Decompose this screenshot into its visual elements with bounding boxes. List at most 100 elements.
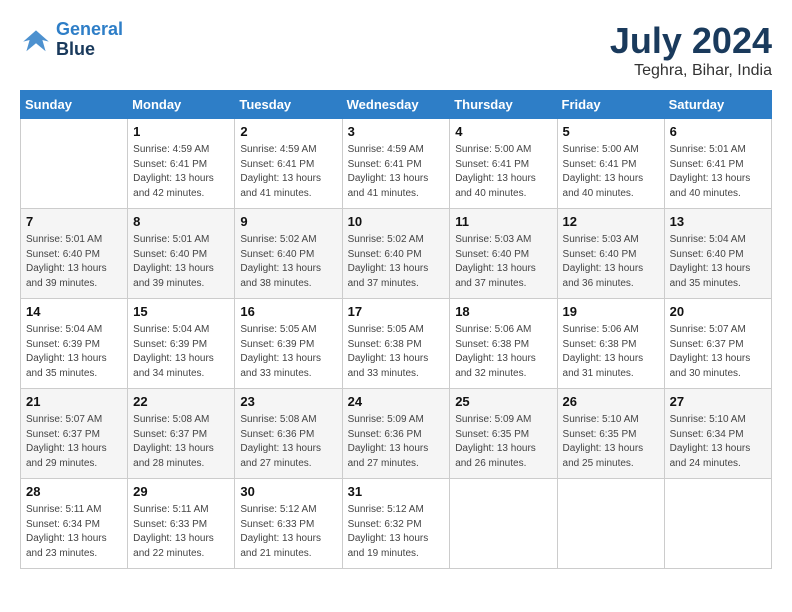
table-row: 17Sunrise: 5:05 AM Sunset: 6:38 PM Dayli…	[342, 299, 450, 389]
day-info: Sunrise: 5:04 AM Sunset: 6:40 PM Dayligh…	[670, 233, 766, 291]
day-number: 15	[133, 303, 229, 321]
table-row: 14 Sunrise: 5:04 AM Sunset: 6:39 PM Dayli…	[21, 299, 128, 389]
day-info: Sunrise: 5:03 AM Sunset: 6:40 PM Dayligh…	[455, 233, 551, 291]
table-row: 20 Sunrise: 5:07 AM Sunset: 6:37 PM Dayli…	[664, 299, 771, 389]
day-number: 9	[240, 213, 336, 231]
day-number: 13	[670, 213, 766, 231]
table-row: 11 Sunrise: 5:03 AM Sunset: 6:40 PM Dayli…	[450, 209, 557, 299]
logo-text: General Blue	[56, 20, 123, 60]
table-row: 2Sunrise: 4:59 AM Sunset: 6:41 PM Daylig…	[235, 119, 342, 209]
day-number: 28	[26, 483, 122, 501]
day-number: 20	[670, 303, 766, 321]
day-info: Sunrise: 5:04 AM Sunset: 6:39 PM Dayligh…	[133, 323, 229, 381]
logo: General Blue	[20, 20, 123, 60]
table-row: 28 Sunrise: 5:11 AM Sunset: 6:34 PM Dayli…	[21, 479, 128, 569]
table-row: 19 Sunrise: 5:06 AM Sunset: 6:38 PM Dayli…	[557, 299, 664, 389]
calendar-week-row: 14 Sunrise: 5:04 AM Sunset: 6:39 PM Dayli…	[21, 299, 772, 389]
calendar-week-row: 1 Sunrise: 4:59 AM Sunset: 6:41 PM Daylig…	[21, 119, 772, 209]
day-number: 30	[240, 483, 336, 501]
day-number: 1	[133, 123, 229, 141]
logo-icon	[20, 24, 52, 56]
day-number: 8	[133, 213, 229, 231]
day-info: Sunrise: 5:09 AM Sunset: 6:35 PM Dayligh…	[455, 413, 551, 471]
day-info: Sunrise: 4:59 AM Sunset: 6:41 PM Dayligh…	[133, 143, 229, 201]
table-row: 9 Sunrise: 5:02 AM Sunset: 6:40 PM Daylig…	[235, 209, 342, 299]
day-number: 25	[455, 393, 551, 411]
table-row	[557, 479, 664, 569]
day-info: Sunrise: 5:11 AM Sunset: 6:34 PM Dayligh…	[26, 503, 122, 561]
day-number: 18	[455, 303, 551, 321]
day-info: Sunrise: 5:01 AM Sunset: 6:40 PM Dayligh…	[133, 233, 229, 291]
table-row: 6 Sunrise: 5:01 AM Sunset: 6:41 PM Daylig…	[664, 119, 771, 209]
header-saturday: Saturday	[664, 91, 771, 119]
day-info: Sunrise: 5:07 AM Sunset: 6:37 PM Dayligh…	[670, 323, 766, 381]
header-wednesday: Wednesday	[342, 91, 450, 119]
calendar-week-row: 7 Sunrise: 5:01 AM Sunset: 6:40 PM Daylig…	[21, 209, 772, 299]
day-number: 14	[26, 303, 122, 321]
table-row: 8 Sunrise: 5:01 AM Sunset: 6:40 PM Daylig…	[128, 209, 235, 299]
day-info: Sunrise: 4:59 AM Sunset: 6:41 PM Dayligh…	[348, 143, 445, 201]
table-row: 4 Sunrise: 5:00 AM Sunset: 6:41 PM Daylig…	[450, 119, 557, 209]
day-number: 21	[26, 393, 122, 411]
table-row: 5Sunrise: 5:00 AM Sunset: 6:41 PM Daylig…	[557, 119, 664, 209]
day-number: 19	[563, 303, 659, 321]
day-info: Sunrise: 5:05 AM Sunset: 6:38 PM Dayligh…	[348, 323, 445, 381]
table-row: 26 Sunrise: 5:10 AM Sunset: 6:35 PM Dayli…	[557, 389, 664, 479]
day-info: Sunrise: 4:59 AM Sunset: 6:41 PM Dayligh…	[240, 143, 336, 201]
day-number: 24	[348, 393, 445, 411]
day-number: 7	[26, 213, 122, 231]
day-number: 26	[563, 393, 659, 411]
table-row: 27 Sunrise: 5:10 AM Sunset: 6:34 PM Dayli…	[664, 389, 771, 479]
day-info: Sunrise: 5:10 AM Sunset: 6:34 PM Dayligh…	[670, 413, 766, 471]
day-number: 10	[348, 213, 445, 231]
day-info: Sunrise: 5:05 AM Sunset: 6:39 PM Dayligh…	[240, 323, 336, 381]
title-block: July 2024 Teghra, Bihar, India	[610, 20, 772, 80]
day-info: Sunrise: 5:07 AM Sunset: 6:37 PM Dayligh…	[26, 413, 122, 471]
table-row: 21 Sunrise: 5:07 AM Sunset: 6:37 PM Dayli…	[21, 389, 128, 479]
table-row: 16 Sunrise: 5:05 AM Sunset: 6:39 PM Dayli…	[235, 299, 342, 389]
table-row: 13 Sunrise: 5:04 AM Sunset: 6:40 PM Dayli…	[664, 209, 771, 299]
day-info: Sunrise: 5:02 AM Sunset: 6:40 PM Dayligh…	[348, 233, 445, 291]
day-info: Sunrise: 5:11 AM Sunset: 6:33 PM Dayligh…	[133, 503, 229, 561]
day-info: Sunrise: 5:10 AM Sunset: 6:35 PM Dayligh…	[563, 413, 659, 471]
table-row: 25 Sunrise: 5:09 AM Sunset: 6:35 PM Dayli…	[450, 389, 557, 479]
table-row	[21, 119, 128, 209]
day-info: Sunrise: 5:04 AM Sunset: 6:39 PM Dayligh…	[26, 323, 122, 381]
day-info: Sunrise: 5:02 AM Sunset: 6:40 PM Dayligh…	[240, 233, 336, 291]
day-number: 27	[670, 393, 766, 411]
table-row	[450, 479, 557, 569]
calendar-table: Sunday Monday Tuesday Wednesday Thursday…	[20, 90, 772, 569]
location: Teghra, Bihar, India	[610, 62, 772, 80]
calendar-week-row: 28 Sunrise: 5:11 AM Sunset: 6:34 PM Dayli…	[21, 479, 772, 569]
table-row: 22Sunrise: 5:08 AM Sunset: 6:37 PM Dayli…	[128, 389, 235, 479]
header-sunday: Sunday	[21, 91, 128, 119]
day-info: Sunrise: 5:01 AM Sunset: 6:41 PM Dayligh…	[670, 143, 766, 201]
day-number: 22	[133, 393, 229, 411]
table-row: 18Sunrise: 5:06 AM Sunset: 6:38 PM Dayli…	[450, 299, 557, 389]
day-number: 3	[348, 123, 445, 141]
table-row: 29Sunrise: 5:11 AM Sunset: 6:33 PM Dayli…	[128, 479, 235, 569]
day-number: 16	[240, 303, 336, 321]
header-monday: Monday	[128, 91, 235, 119]
table-row: 10 Sunrise: 5:02 AM Sunset: 6:40 PM Dayli…	[342, 209, 450, 299]
day-number: 11	[455, 213, 551, 231]
day-number: 6	[670, 123, 766, 141]
table-row: 1 Sunrise: 4:59 AM Sunset: 6:41 PM Daylig…	[128, 119, 235, 209]
table-row: 24 Sunrise: 5:09 AM Sunset: 6:36 PM Dayli…	[342, 389, 450, 479]
table-row	[664, 479, 771, 569]
day-number: 4	[455, 123, 551, 141]
day-number: 5	[563, 123, 659, 141]
table-row: 3 Sunrise: 4:59 AM Sunset: 6:41 PM Daylig…	[342, 119, 450, 209]
day-info: Sunrise: 5:03 AM Sunset: 6:40 PM Dayligh…	[563, 233, 659, 291]
day-number: 12	[563, 213, 659, 231]
day-number: 31	[348, 483, 445, 501]
table-row: 7Sunrise: 5:01 AM Sunset: 6:40 PM Daylig…	[21, 209, 128, 299]
header-tuesday: Tuesday	[235, 91, 342, 119]
day-info: Sunrise: 5:06 AM Sunset: 6:38 PM Dayligh…	[563, 323, 659, 381]
day-info: Sunrise: 5:00 AM Sunset: 6:41 PM Dayligh…	[455, 143, 551, 201]
day-number: 23	[240, 393, 336, 411]
day-info: Sunrise: 5:12 AM Sunset: 6:32 PM Dayligh…	[348, 503, 445, 561]
header-friday: Friday	[557, 91, 664, 119]
day-info: Sunrise: 5:12 AM Sunset: 6:33 PM Dayligh…	[240, 503, 336, 561]
day-info: Sunrise: 5:09 AM Sunset: 6:36 PM Dayligh…	[348, 413, 445, 471]
